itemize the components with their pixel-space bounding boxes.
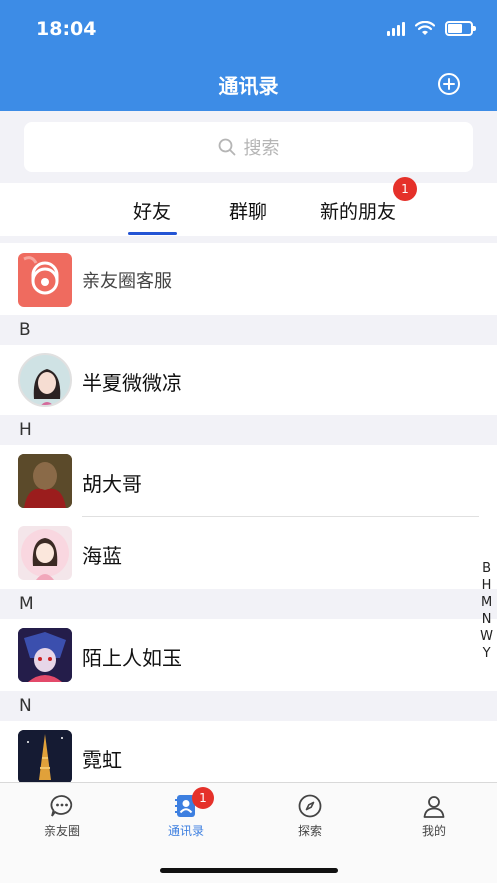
contact-avatar: [18, 526, 72, 580]
wifi-icon: [415, 20, 435, 35]
add-icon[interactable]: [437, 72, 461, 96]
search-placeholder: 搜索: [243, 138, 280, 159]
contact-row[interactable]: 陌上人如玉: [0, 619, 497, 691]
contact-name: 半夏微微凉: [82, 371, 182, 395]
section-header-h: H: [0, 415, 497, 445]
section-header-b: B: [0, 315, 497, 345]
index-letter[interactable]: M: [481, 594, 492, 611]
tabbar-item-circle[interactable]: 亲友圈: [22, 793, 102, 839]
tabbar-label: 我的: [421, 824, 446, 838]
tabbar-label: 探索: [297, 824, 322, 838]
compass-icon: [298, 794, 322, 818]
new-friends-badge: 1: [393, 177, 417, 201]
contact-row[interactable]: 半夏微微凉: [0, 345, 497, 415]
contacts-badge: 1: [192, 787, 214, 809]
contact-avatar: [18, 730, 72, 782]
service-avatar: [18, 253, 72, 307]
contact-tabs: 好友 群聊 新的朋友: [0, 183, 497, 236]
contact-name: 陌上人如玉: [82, 646, 182, 670]
search-icon: [218, 138, 235, 156]
index-letter[interactable]: B: [482, 560, 491, 577]
page-title: 通讯录: [218, 74, 279, 98]
tab-friends[interactable]: 好友: [133, 197, 171, 224]
contact-row[interactable]: 海蓝: [0, 517, 497, 589]
search-area: 搜索: [0, 111, 497, 183]
alphabet-index[interactable]: B H M N W Y: [480, 560, 493, 662]
status-icons: [387, 20, 476, 36]
contact-avatar: [18, 353, 72, 407]
battery-icon: [445, 20, 476, 36]
contact-avatar: [18, 628, 72, 682]
home-indicator: [160, 868, 338, 873]
contact-name: 霓虹: [82, 748, 122, 772]
tabbar-label: 亲友圈: [43, 824, 80, 838]
tabbar-item-me[interactable]: 我的: [394, 793, 474, 839]
section-header-n: N: [0, 691, 497, 721]
service-row[interactable]: 亲友圈客服: [0, 243, 497, 315]
index-letter[interactable]: H: [482, 577, 492, 594]
contact-name: 海蓝: [82, 544, 122, 568]
headset-icon: [23, 256, 59, 295]
signal-icon: [387, 20, 405, 36]
status-time: 18:04: [36, 18, 97, 40]
contact-row[interactable]: 霓虹: [0, 721, 497, 782]
tabbar-item-explore[interactable]: 探索: [270, 793, 350, 839]
tabbar-label: 通讯录: [167, 824, 204, 838]
index-letter[interactable]: N: [482, 611, 492, 628]
index-letter[interactable]: W: [480, 628, 493, 645]
contact-name: 胡大哥: [82, 472, 142, 496]
chat-bubble-icon: [50, 795, 73, 817]
contact-avatar: [18, 454, 72, 508]
tabbar-item-contacts[interactable]: 通讯录: [146, 793, 226, 839]
app-header: 18:04 通讯录: [0, 0, 497, 111]
service-name: 亲友圈客服: [82, 271, 172, 292]
index-letter[interactable]: Y: [483, 645, 491, 662]
person-icon: [423, 796, 445, 818]
contact-row[interactable]: 胡大哥: [0, 445, 497, 517]
tab-active-indicator: [128, 232, 177, 235]
tab-groups[interactable]: 群聊: [229, 197, 267, 224]
section-header-m: M: [0, 589, 497, 619]
tab-new-friends[interactable]: 新的朋友: [320, 197, 396, 224]
search-input[interactable]: 搜索: [24, 122, 473, 172]
